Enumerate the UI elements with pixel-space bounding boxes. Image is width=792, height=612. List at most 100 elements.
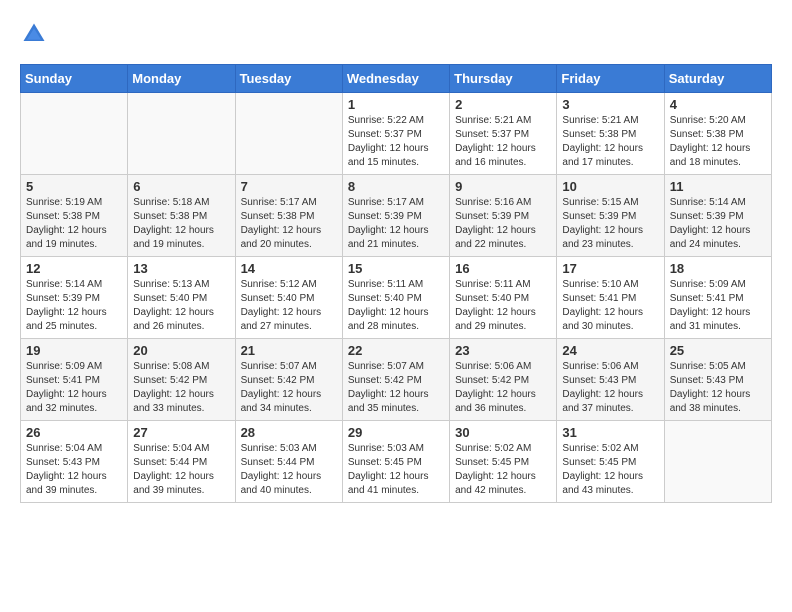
day-number: 11	[670, 179, 766, 194]
calendar-cell: 22 Sunrise: 5:07 AM Sunset: 5:42 PM Dayli…	[342, 339, 449, 421]
day-info: Sunrise: 5:04 AM Sunset: 5:44 PM Dayligh…	[133, 442, 229, 498]
calendar-cell: 4 Sunrise: 5:20 AM Sunset: 5:38 PM Daylig…	[664, 93, 771, 175]
calendar-cell	[235, 93, 342, 175]
day-number: 28	[241, 425, 337, 440]
calendar-cell: 7 Sunrise: 5:17 AM Sunset: 5:38 PM Daylig…	[235, 175, 342, 257]
day-info: Sunrise: 5:21 AM Sunset: 5:38 PM Dayligh…	[562, 114, 658, 170]
day-info: Sunrise: 5:02 AM Sunset: 5:45 PM Dayligh…	[455, 442, 551, 498]
calendar-cell: 31 Sunrise: 5:02 AM Sunset: 5:45 PM Dayli…	[557, 421, 664, 503]
calendar-cell: 25 Sunrise: 5:05 AM Sunset: 5:43 PM Dayli…	[664, 339, 771, 421]
day-info: Sunrise: 5:06 AM Sunset: 5:43 PM Dayligh…	[562, 360, 658, 416]
day-info: Sunrise: 5:06 AM Sunset: 5:42 PM Dayligh…	[455, 360, 551, 416]
calendar-cell	[21, 93, 128, 175]
day-info: Sunrise: 5:11 AM Sunset: 5:40 PM Dayligh…	[455, 278, 551, 334]
calendar-cell: 15Sunrise: 5:11 AM Sunset: 5:40 PM Dayli…	[342, 257, 449, 339]
day-info: Sunrise: 5:19 AM Sunset: 5:38 PM Dayligh…	[26, 196, 122, 252]
day-number: 9	[455, 179, 551, 194]
calendar-cell: 11 Sunrise: 5:14 AM Sunset: 5:39 PM Dayli…	[664, 175, 771, 257]
calendar-cell: 5 Sunrise: 5:19 AM Sunset: 5:38 PM Daylig…	[21, 175, 128, 257]
day-info: Sunrise: 5:13 AM Sunset: 5:40 PM Dayligh…	[133, 278, 229, 334]
day-info: Sunrise: 5:20 AM Sunset: 5:38 PM Dayligh…	[670, 114, 766, 170]
day-number: 10	[562, 179, 658, 194]
day-number: 25	[670, 343, 766, 358]
calendar-cell: 12Sunrise: 5:14 AM Sunset: 5:39 PM Dayli…	[21, 257, 128, 339]
day-info: Sunrise: 5:17 AM Sunset: 5:39 PM Dayligh…	[348, 196, 444, 252]
day-number: 1	[348, 97, 444, 112]
day-info: Sunrise: 5:07 AM Sunset: 5:42 PM Dayligh…	[348, 360, 444, 416]
day-info: Sunrise: 5:03 AM Sunset: 5:44 PM Dayligh…	[241, 442, 337, 498]
calendar-cell: 6Sunrise: 5:18 AM Sunset: 5:38 PM Daylig…	[128, 175, 235, 257]
weekday-header-row: SundayMondayTuesdayWednesdayThursdayFrid…	[21, 65, 772, 93]
calendar-cell: 21 Sunrise: 5:07 AM Sunset: 5:42 PM Dayli…	[235, 339, 342, 421]
day-info: Sunrise: 5:21 AM Sunset: 5:37 PM Dayligh…	[455, 114, 551, 170]
day-info: Sunrise: 5:16 AM Sunset: 5:39 PM Dayligh…	[455, 196, 551, 252]
day-info: Sunrise: 5:05 AM Sunset: 5:43 PM Dayligh…	[670, 360, 766, 416]
calendar-cell: 3 Sunrise: 5:21 AM Sunset: 5:38 PM Daylig…	[557, 93, 664, 175]
calendar-cell: 18Sunrise: 5:09 AM Sunset: 5:41 PM Dayli…	[664, 257, 771, 339]
calendar-week-4: 19Sunrise: 5:09 AM Sunset: 5:41 PM Dayli…	[21, 339, 772, 421]
page-header	[20, 20, 772, 48]
day-info: Sunrise: 5:08 AM Sunset: 5:42 PM Dayligh…	[133, 360, 229, 416]
calendar-cell: 28 Sunrise: 5:03 AM Sunset: 5:44 PM Dayli…	[235, 421, 342, 503]
day-number: 2	[455, 97, 551, 112]
day-info: Sunrise: 5:17 AM Sunset: 5:38 PM Dayligh…	[241, 196, 337, 252]
calendar-cell: 27 Sunrise: 5:04 AM Sunset: 5:44 PM Dayli…	[128, 421, 235, 503]
calendar-cell: 2 Sunrise: 5:21 AM Sunset: 5:37 PM Daylig…	[450, 93, 557, 175]
calendar-cell: 9 Sunrise: 5:16 AM Sunset: 5:39 PM Daylig…	[450, 175, 557, 257]
day-number: 26	[26, 425, 122, 440]
day-number: 16	[455, 261, 551, 276]
calendar-week-5: 26 Sunrise: 5:04 AM Sunset: 5:43 PM Dayli…	[21, 421, 772, 503]
day-number: 24	[562, 343, 658, 358]
day-number: 27	[133, 425, 229, 440]
day-info: Sunrise: 5:04 AM Sunset: 5:43 PM Dayligh…	[26, 442, 122, 498]
day-info: Sunrise: 5:15 AM Sunset: 5:39 PM Dayligh…	[562, 196, 658, 252]
day-number: 29	[348, 425, 444, 440]
day-number: 14	[241, 261, 337, 276]
day-number: 17	[562, 261, 658, 276]
calendar-cell: 26 Sunrise: 5:04 AM Sunset: 5:43 PM Dayli…	[21, 421, 128, 503]
weekday-header-thursday: Thursday	[450, 65, 557, 93]
day-info: Sunrise: 5:11 AM Sunset: 5:40 PM Dayligh…	[348, 278, 444, 334]
day-number: 20	[133, 343, 229, 358]
day-info: Sunrise: 5:07 AM Sunset: 5:42 PM Dayligh…	[241, 360, 337, 416]
calendar-cell	[128, 93, 235, 175]
calendar-week-1: 1 Sunrise: 5:22 AM Sunset: 5:37 PM Daylig…	[21, 93, 772, 175]
calendar-table: SundayMondayTuesdayWednesdayThursdayFrid…	[20, 64, 772, 503]
day-info: Sunrise: 5:03 AM Sunset: 5:45 PM Dayligh…	[348, 442, 444, 498]
calendar-cell: 29 Sunrise: 5:03 AM Sunset: 5:45 PM Dayli…	[342, 421, 449, 503]
day-number: 31	[562, 425, 658, 440]
day-info: Sunrise: 5:12 AM Sunset: 5:40 PM Dayligh…	[241, 278, 337, 334]
calendar-cell: 1 Sunrise: 5:22 AM Sunset: 5:37 PM Daylig…	[342, 93, 449, 175]
calendar-cell: 23Sunrise: 5:06 AM Sunset: 5:42 PM Dayli…	[450, 339, 557, 421]
weekday-header-saturday: Saturday	[664, 65, 771, 93]
calendar-cell: 24 Sunrise: 5:06 AM Sunset: 5:43 PM Dayli…	[557, 339, 664, 421]
weekday-header-monday: Monday	[128, 65, 235, 93]
logo-icon	[20, 20, 48, 48]
day-number: 4	[670, 97, 766, 112]
day-number: 21	[241, 343, 337, 358]
day-info: Sunrise: 5:22 AM Sunset: 5:37 PM Dayligh…	[348, 114, 444, 170]
day-info: Sunrise: 5:18 AM Sunset: 5:38 PM Dayligh…	[133, 196, 229, 252]
calendar-cell: 13 Sunrise: 5:13 AM Sunset: 5:40 PM Dayli…	[128, 257, 235, 339]
day-info: Sunrise: 5:14 AM Sunset: 5:39 PM Dayligh…	[26, 278, 122, 334]
calendar-cell: 17Sunrise: 5:10 AM Sunset: 5:41 PM Dayli…	[557, 257, 664, 339]
day-number: 22	[348, 343, 444, 358]
day-number: 8	[348, 179, 444, 194]
weekday-header-friday: Friday	[557, 65, 664, 93]
day-number: 13	[133, 261, 229, 276]
day-number: 19	[26, 343, 122, 358]
calendar-cell: 30 Sunrise: 5:02 AM Sunset: 5:45 PM Dayli…	[450, 421, 557, 503]
day-number: 5	[26, 179, 122, 194]
calendar-week-3: 12Sunrise: 5:14 AM Sunset: 5:39 PM Dayli…	[21, 257, 772, 339]
weekday-header-sunday: Sunday	[21, 65, 128, 93]
calendar-cell: 8 Sunrise: 5:17 AM Sunset: 5:39 PM Daylig…	[342, 175, 449, 257]
logo	[20, 20, 52, 48]
day-info: Sunrise: 5:14 AM Sunset: 5:39 PM Dayligh…	[670, 196, 766, 252]
day-info: Sunrise: 5:09 AM Sunset: 5:41 PM Dayligh…	[670, 278, 766, 334]
day-number: 30	[455, 425, 551, 440]
calendar-cell: 16 Sunrise: 5:11 AM Sunset: 5:40 PM Dayli…	[450, 257, 557, 339]
day-number: 7	[241, 179, 337, 194]
weekday-header-tuesday: Tuesday	[235, 65, 342, 93]
day-number: 3	[562, 97, 658, 112]
day-info: Sunrise: 5:02 AM Sunset: 5:45 PM Dayligh…	[562, 442, 658, 498]
